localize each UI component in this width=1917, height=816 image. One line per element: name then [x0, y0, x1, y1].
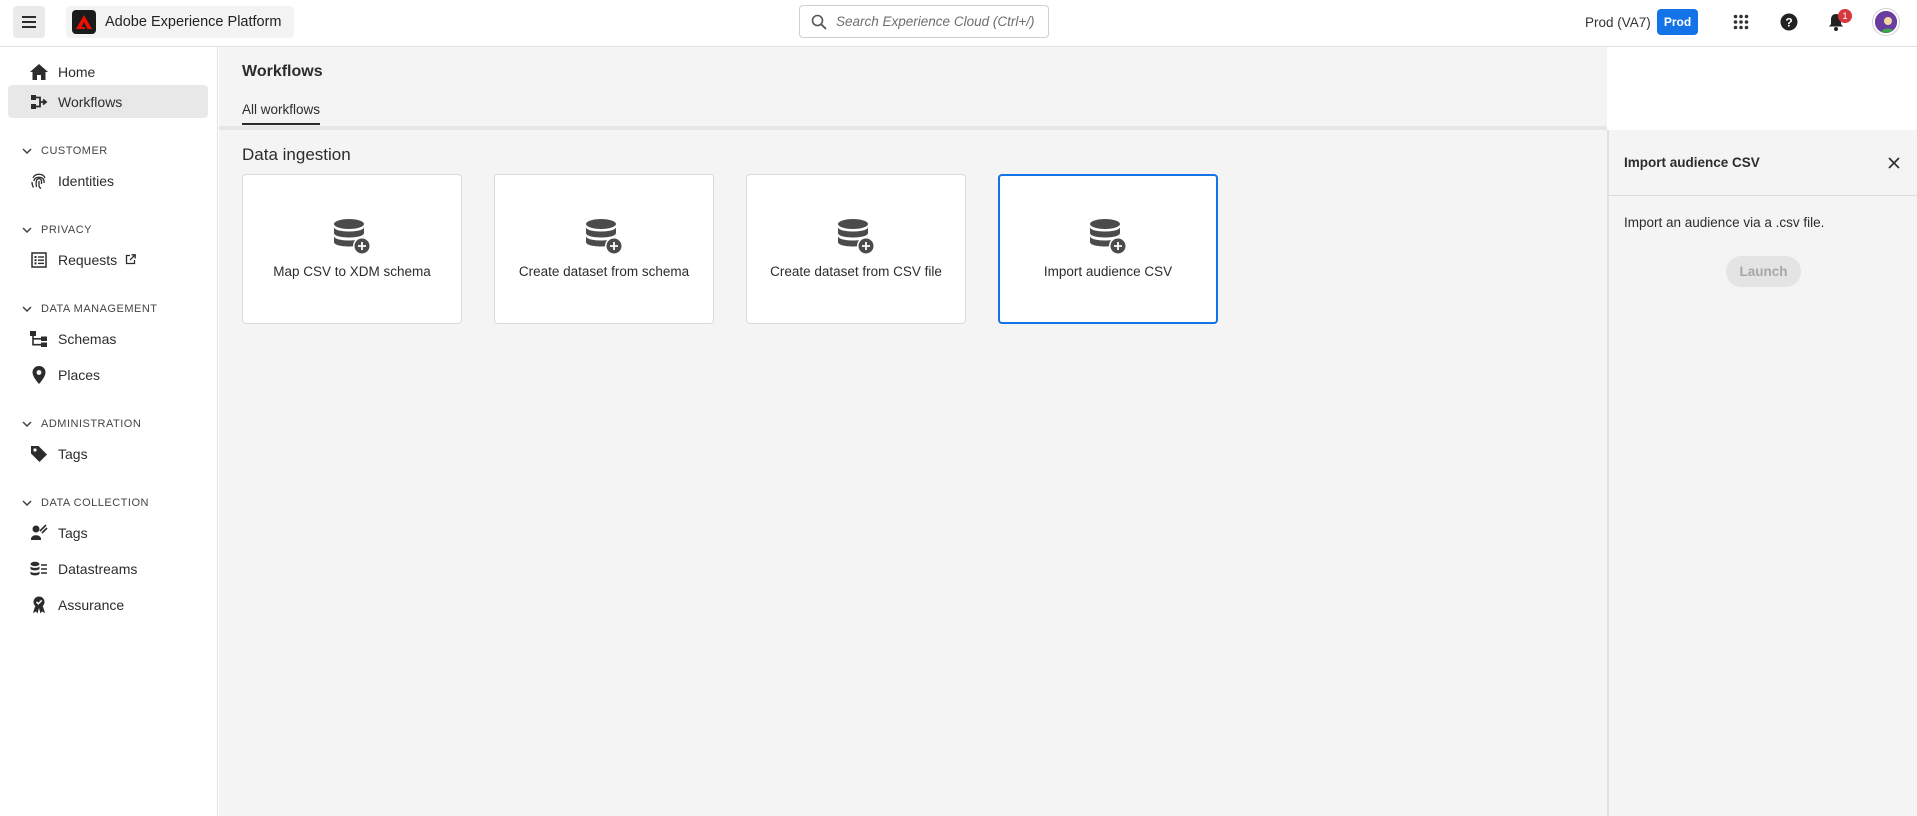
section-title-data-ingestion: Data ingestion: [242, 145, 351, 164]
sidebar-item-label: Places: [58, 366, 101, 383]
workflow-card-map-csv[interactable]: Map CSV to XDM schema: [242, 174, 462, 324]
sidebar-item-tags-collection[interactable]: Tags: [8, 516, 208, 549]
external-link-icon: [125, 254, 137, 265]
left-navigation: Home Workflows CUSTOMER Identities PRIVA…: [0, 47, 218, 816]
workflow-card-dataset-from-schema[interactable]: Create dataset from schema: [494, 174, 714, 324]
chevron-down-icon: [22, 306, 32, 312]
top-bar: Adobe Experience Platform Search Experie…: [0, 0, 1917, 47]
adobe-logo-icon: [72, 10, 96, 34]
detail-panel: Import audience CSV Import an audience v…: [1607, 130, 1917, 816]
user-avatar[interactable]: [1873, 9, 1899, 35]
section-heading: ADMINISTRATION: [41, 418, 142, 430]
sidebar-item-workflows[interactable]: Workflows: [8, 85, 208, 118]
sidebar-item-label: Requests: [58, 251, 118, 268]
chevron-down-icon: [22, 148, 32, 154]
workflow-card-dataset-from-csv[interactable]: Create dataset from CSV file: [746, 174, 966, 324]
sidebar-item-label: Datastreams: [58, 560, 138, 577]
hamburger-menu-icon[interactable]: [13, 6, 45, 38]
section-customer[interactable]: CUSTOMER: [22, 141, 108, 161]
chevron-down-icon: [22, 421, 32, 427]
sidebar-item-label: Identities: [58, 172, 115, 189]
sidebar-item-label: Workflows: [58, 93, 123, 110]
launch-button[interactable]: Launch: [1726, 256, 1801, 287]
search-input[interactable]: Search Experience Cloud (Ctrl+/): [799, 5, 1049, 38]
card-label: Import audience CSV: [1043, 264, 1173, 279]
assurance-icon: [30, 596, 48, 614]
sidebar-item-schemas[interactable]: Schemas: [8, 322, 208, 355]
tag-icon: [30, 445, 48, 463]
tab-all-workflows[interactable]: All workflows: [242, 102, 321, 125]
main-content: Workflows All workflows Data ingestion M…: [219, 47, 1607, 816]
sidebar-item-home[interactable]: Home: [8, 55, 208, 88]
schema-icon: [30, 330, 48, 348]
section-heading: PRIVACY: [41, 224, 92, 236]
tab-divider: [219, 126, 1607, 130]
sidebar-item-label: Home: [58, 63, 96, 80]
section-heading: DATA MANAGEMENT: [41, 303, 158, 315]
chevron-down-icon: [22, 227, 32, 233]
sidebar-item-assurance[interactable]: Assurance: [8, 588, 208, 621]
card-label: Create dataset from CSV file: [770, 264, 942, 279]
sidebar-item-tags-admin[interactable]: Tags: [8, 437, 208, 470]
section-heading: DATA COLLECTION: [41, 497, 149, 509]
sidebar-item-places[interactable]: Places: [8, 358, 208, 391]
sidebar-item-identities[interactable]: Identities: [8, 164, 208, 197]
card-label: Map CSV to XDM schema: [273, 264, 431, 279]
app-brand[interactable]: Adobe Experience Platform: [66, 6, 294, 38]
home-icon: [30, 63, 48, 81]
section-administration[interactable]: ADMINISTRATION: [22, 414, 141, 434]
panel-description: Import an audience via a .csv file.: [1624, 215, 1825, 230]
sidebar-item-datastreams[interactable]: Datastreams: [8, 552, 208, 585]
database-add-icon: [334, 219, 371, 255]
section-heading: CUSTOMER: [41, 145, 108, 157]
close-icon[interactable]: [1885, 154, 1903, 172]
panel-divider: [1609, 195, 1917, 196]
sidebar-item-label: Schemas: [58, 330, 117, 347]
apps-grid-icon[interactable]: [1729, 10, 1753, 34]
database-add-icon: [838, 219, 875, 255]
sidebar-item-requests[interactable]: Requests: [8, 243, 208, 276]
search-icon: [811, 14, 827, 30]
section-privacy[interactable]: PRIVACY: [22, 220, 92, 240]
database-add-icon: [1090, 219, 1127, 255]
sidebar-item-label: Tags: [58, 524, 88, 541]
database-add-icon: [586, 219, 623, 255]
tags-collection-icon: [30, 523, 48, 542]
fingerprint-icon: [30, 172, 48, 190]
request-list-icon: [30, 251, 48, 269]
svg-text:?: ?: [1785, 15, 1792, 29]
notification-count-badge: 1: [1838, 9, 1852, 23]
sidebar-item-label: Assurance: [58, 596, 125, 613]
location-pin-icon: [30, 365, 48, 384]
page-title: Workflows: [242, 63, 323, 80]
sidebar-item-label: Tags: [58, 445, 88, 462]
search-placeholder: Search Experience Cloud (Ctrl+/): [836, 14, 1035, 29]
workflow-card-import-audience[interactable]: Import audience CSV: [998, 174, 1218, 324]
section-data-management[interactable]: DATA MANAGEMENT: [22, 299, 158, 319]
environment-badge[interactable]: Prod: [1657, 9, 1698, 35]
chevron-down-icon: [22, 500, 32, 506]
help-icon[interactable]: ?: [1777, 10, 1801, 34]
workflow-icon: [30, 93, 48, 111]
panel-title: Import audience CSV: [1624, 155, 1760, 170]
org-switcher[interactable]: Prod (VA7): [1585, 15, 1651, 30]
card-label: Create dataset from schema: [518, 264, 690, 279]
datastream-icon: [30, 560, 48, 578]
section-data-collection[interactable]: DATA COLLECTION: [22, 493, 149, 513]
app-title: Adobe Experience Platform: [105, 14, 282, 30]
